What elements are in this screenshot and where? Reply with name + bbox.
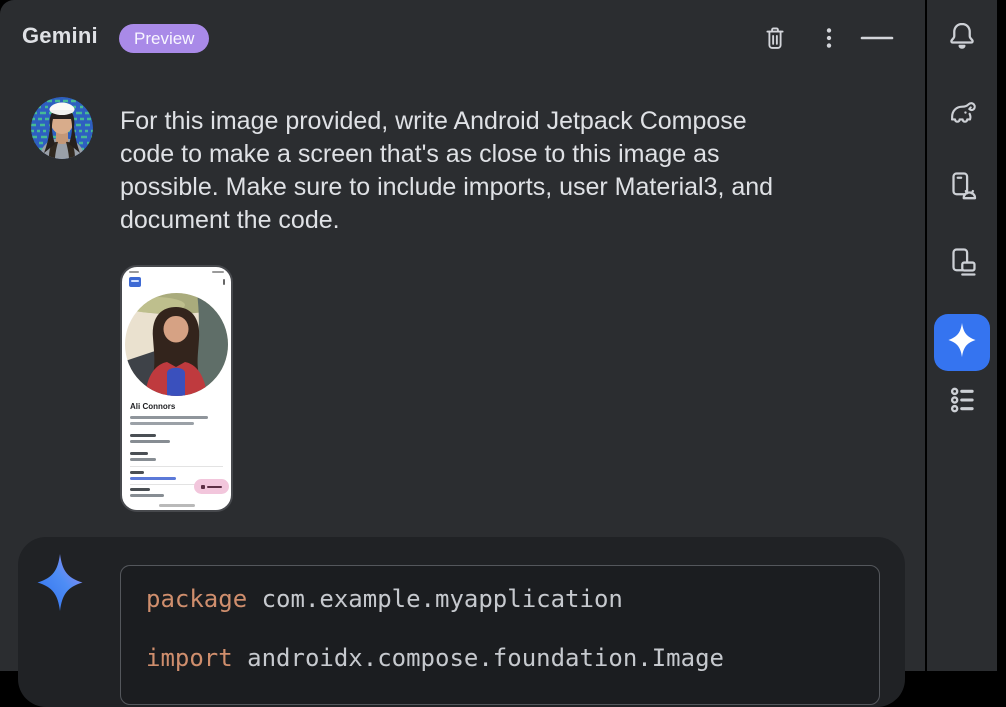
kebab-menu-icon: [816, 25, 842, 51]
message-line: code to make a screen that's as close to…: [120, 138, 773, 171]
gemini-spark-icon: [36, 553, 84, 612]
android-studio-window: Gemini Preview: [0, 0, 1006, 671]
code-block: package com.example.myapplication import…: [120, 565, 880, 705]
device-mirror-icon: [945, 245, 979, 284]
minimize-button[interactable]: [856, 21, 898, 55]
phone-status-right: [212, 271, 224, 273]
phone-kebab-icon: [223, 279, 225, 285]
toolbar-item-gemini-active[interactable]: [934, 314, 990, 371]
code-line: import androidx.compose.foundation.Image: [146, 644, 879, 672]
toolbar-item-todo-list[interactable]: [942, 382, 982, 422]
user-message: For this image provided, write Android J…: [120, 105, 773, 237]
toolbar-item-running-devices[interactable]: [942, 244, 982, 284]
profile-name: Ali Connors: [130, 402, 175, 411]
user-avatar: [31, 97, 93, 159]
minimize-icon: [859, 25, 895, 51]
toolbar-item-notifications[interactable]: [942, 18, 982, 58]
delete-conversation-button[interactable]: [758, 21, 792, 55]
right-tool-strip: [927, 0, 997, 671]
message-line: possible. Make sure to include imports, …: [120, 171, 773, 204]
message-line: document the code.: [120, 204, 773, 237]
phone-app-chip: [129, 277, 141, 287]
profile-photo: [125, 293, 228, 396]
bell-icon: [946, 20, 978, 57]
message-line: For this image provided, write Android J…: [120, 105, 773, 138]
more-options-button[interactable]: [812, 21, 846, 55]
toolbar-item-gradle[interactable]: [942, 94, 982, 134]
trash-icon: [761, 24, 789, 52]
gradle-elephant-icon: [945, 96, 979, 133]
preview-badge: Preview: [119, 24, 209, 53]
edit-profile-pill: [194, 479, 229, 494]
phone-home-indicator: [159, 504, 195, 507]
toolbar-item-device-manager[interactable]: [942, 168, 982, 208]
gemini-panel: Gemini Preview: [0, 0, 925, 671]
panel-title: Gemini: [22, 23, 98, 49]
gemini-star-icon: [946, 321, 978, 364]
phone-android-icon: [945, 169, 979, 208]
bullet-list-icon: [945, 384, 979, 421]
code-line: package com.example.myapplication: [146, 585, 879, 613]
phone-status-left: [129, 271, 139, 273]
attached-image-thumbnail[interactable]: Ali Connors: [120, 265, 233, 512]
